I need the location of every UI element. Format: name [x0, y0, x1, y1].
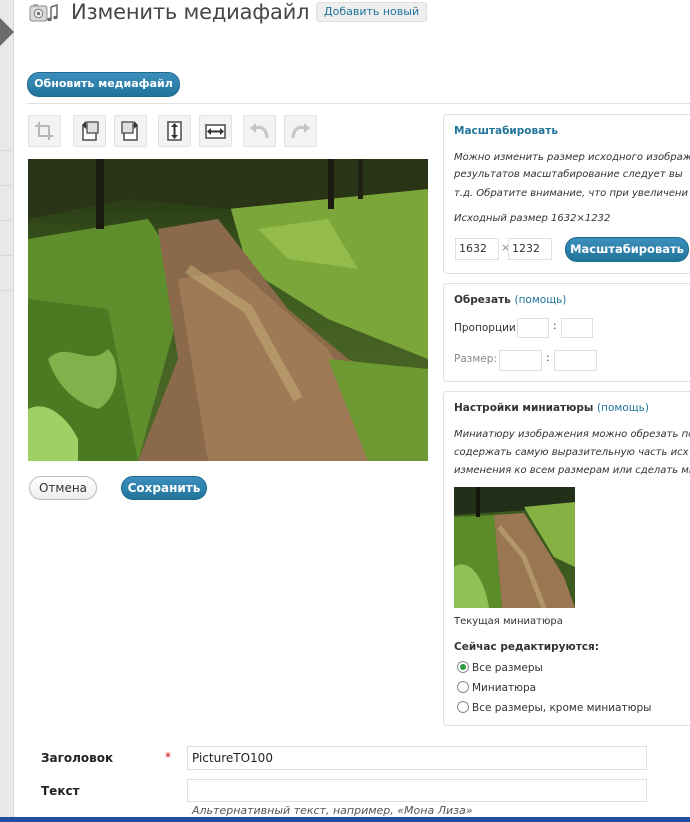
- crop-icon: [35, 122, 53, 140]
- radio-all-sizes[interactable]: Все размеры: [457, 661, 543, 675]
- title-field-label: Заголовок: [41, 751, 114, 765]
- admin-menu-divider: [0, 185, 14, 186]
- save-button[interactable]: Сохранить: [121, 476, 207, 500]
- title-input[interactable]: PictureTO100: [187, 746, 647, 770]
- radio-thumbnail[interactable]: Миниатюра: [457, 681, 536, 695]
- thumbnail-description: Миниатюру изображения можно обрезать по: [454, 429, 690, 440]
- text-input[interactable]: [187, 779, 647, 802]
- admin-menu-divider: [0, 150, 14, 151]
- flip-vertical-icon: [167, 121, 182, 141]
- ratio-separator: :: [553, 320, 557, 332]
- crop-size-label: Размер:: [454, 353, 497, 365]
- scale-button[interactable]: Масштабировать: [565, 237, 689, 262]
- radio-label: Все размеры, кроме миниатюры: [472, 702, 652, 714]
- image-preview[interactable]: [28, 159, 428, 461]
- crop-panel: Обрезать (помощь) Пропорции: : Размер: :: [443, 283, 690, 382]
- radio-label: Все размеры: [472, 662, 543, 674]
- current-menu-arrow-icon: [0, 18, 14, 46]
- radio-unchecked-icon[interactable]: [457, 681, 469, 693]
- text-field-label: Текст: [41, 784, 80, 798]
- page-title: Изменить медиафайл: [71, 0, 310, 24]
- alt-text-hint: Альтернативный текст, например, «Мона Ли…: [192, 804, 473, 817]
- flip-horizontal-icon: [205, 124, 226, 139]
- admin-menu-divider: [0, 255, 14, 256]
- thumbnail-title-text: Настройки миниатюры: [454, 402, 594, 414]
- divider: [27, 103, 690, 104]
- radio-checked-icon[interactable]: [457, 661, 469, 673]
- admin-menu-divider: [0, 220, 14, 221]
- scale-panel-title[interactable]: Масштабировать: [454, 125, 558, 137]
- crop-width-input[interactable]: [499, 350, 542, 371]
- media-library-icon: [27, 1, 61, 29]
- aspect-width-input[interactable]: [517, 318, 549, 338]
- rotate-left-icon: [82, 121, 99, 141]
- rotate-left-button[interactable]: [73, 115, 106, 147]
- cancel-button[interactable]: Отмена: [29, 476, 97, 500]
- crop-title-text: Обрезать: [454, 294, 511, 306]
- editing-sizes-label: Сейчас редактируются:: [454, 641, 599, 653]
- current-thumbnail-label: Текущая миниатюра: [454, 616, 563, 627]
- flip-horizontal-button[interactable]: [199, 115, 232, 147]
- scale-description: т.д. Обратите внимание, что при увеличен…: [454, 188, 688, 199]
- thumbnail-panel-title: Настройки миниатюры (помощь): [454, 402, 649, 414]
- admin-menu-edge: [0, 0, 14, 822]
- flip-vertical-button[interactable]: [158, 115, 191, 147]
- thumbnail-description: содержать самую выразительную часть исх: [454, 447, 689, 458]
- undo-icon: [250, 123, 269, 139]
- undo-button[interactable]: [243, 115, 276, 147]
- scale-description: результатов масштабирование следует вы: [454, 169, 683, 180]
- scale-height-input[interactable]: 1232: [508, 238, 552, 260]
- radio-all-except-thumbnail[interactable]: Все размеры, кроме миниатюры: [457, 701, 651, 715]
- crop-button[interactable]: [28, 115, 61, 147]
- scale-width-input[interactable]: 1632: [455, 238, 499, 260]
- crop-height-input[interactable]: [554, 350, 597, 371]
- rotate-right-button[interactable]: [114, 115, 147, 147]
- crop-panel-title: Обрезать (помощь): [454, 294, 566, 306]
- radio-unchecked-icon[interactable]: [457, 701, 469, 713]
- aspect-ratio-label: Пропорции:: [454, 322, 520, 334]
- original-size-label: Исходный размер 1632×1232: [454, 213, 611, 224]
- crop-help-link[interactable]: (помощь): [514, 294, 566, 306]
- redo-icon: [291, 123, 310, 139]
- required-mark: *: [165, 750, 171, 764]
- scale-description: Можно изменить размер исходного изображе: [454, 152, 690, 163]
- current-thumbnail-image: [454, 487, 575, 608]
- radio-label: Миниатюра: [472, 682, 537, 694]
- redo-button[interactable]: [284, 115, 317, 147]
- update-media-button[interactable]: Обновить медиафайл: [27, 72, 180, 97]
- thumbnail-description: изменения ко всем размерам или сделать м…: [454, 465, 690, 476]
- add-new-button[interactable]: Добавить новый: [316, 2, 428, 22]
- taskbar-edge: [0, 817, 690, 822]
- scale-panel: Масштабировать Можно изменить размер исх…: [443, 114, 690, 274]
- thumbnail-settings-panel: Настройки миниатюры (помощь) Миниатюру и…: [443, 391, 690, 726]
- aspect-height-input[interactable]: [561, 318, 593, 338]
- size-separator: :: [546, 352, 550, 364]
- admin-menu-divider: [0, 290, 14, 291]
- rotate-right-icon: [121, 121, 138, 141]
- thumbnail-help-link[interactable]: (помощь): [597, 402, 649, 414]
